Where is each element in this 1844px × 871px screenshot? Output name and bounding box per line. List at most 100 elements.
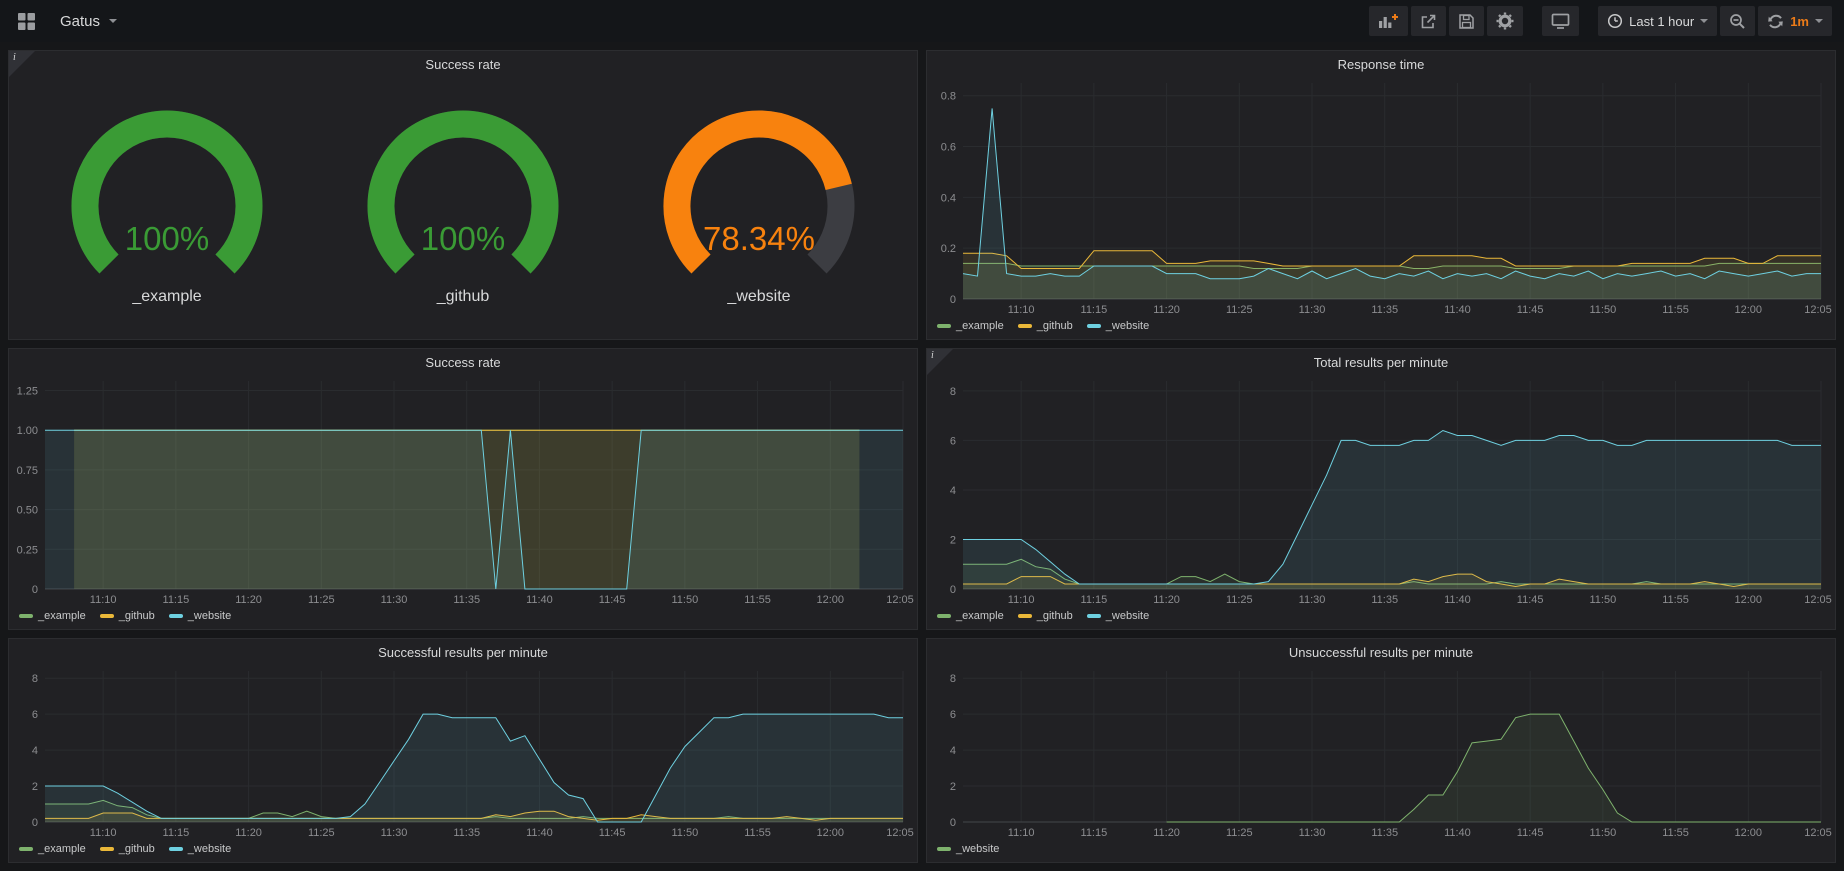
gauge-_website: 78.34%_website — [634, 110, 884, 306]
panel-success-rate-graph: Success rate 00.250.500.751.001.2511:101… — [8, 348, 918, 630]
x-tick-label: 11:10 — [90, 827, 117, 839]
x-tick-label: 11:10 — [90, 594, 117, 606]
x-tick-label: 11:50 — [1590, 594, 1617, 606]
x-tick-label: 11:15 — [1081, 594, 1108, 606]
legend-item-_github[interactable]: _github — [1018, 610, 1073, 622]
legend-label: _github — [1037, 320, 1073, 332]
x-tick-label: 11:45 — [1517, 827, 1544, 839]
x-tick-label: 11:20 — [1153, 827, 1180, 839]
y-tick-label: 2 — [32, 781, 38, 793]
tv-mode-button[interactable] — [1542, 6, 1579, 36]
legend-label: _website — [1106, 610, 1149, 622]
share-button[interactable] — [1411, 6, 1446, 36]
legend-item-_github[interactable]: _github — [100, 610, 155, 622]
legend-item-_github[interactable]: _github — [1018, 320, 1073, 332]
settings-button[interactable] — [1487, 6, 1523, 36]
chart-plot-area[interactable]: 0246811:1011:1511:2011:2511:3011:3511:40… — [927, 665, 1835, 840]
x-tick-label: 11:30 — [1299, 827, 1326, 839]
x-tick-label: 11:40 — [526, 827, 553, 839]
x-tick-label: 12:00 — [1735, 827, 1763, 839]
y-tick-label: 0.6 — [941, 142, 956, 154]
legend-item-_example[interactable]: _example — [937, 320, 1004, 332]
x-tick-label: 11:30 — [381, 594, 408, 606]
y-tick-label: 0 — [950, 584, 956, 596]
x-tick-label: 11:55 — [744, 827, 771, 839]
chart-plot-area[interactable]: 0246811:1011:1511:2011:2511:3011:3511:40… — [9, 665, 917, 840]
legend-item-_website[interactable]: _website — [937, 843, 999, 855]
series-_website — [963, 431, 1821, 590]
x-tick-label: 11:55 — [744, 594, 771, 606]
refresh-icon — [1767, 13, 1784, 30]
dashboard-title-button[interactable]: Gatus — [51, 6, 126, 36]
panel-title[interactable]: Success rate — [9, 51, 917, 77]
x-tick-label: 11:50 — [1590, 827, 1617, 839]
x-tick-label: 11:25 — [1226, 304, 1253, 316]
y-tick-label: 0 — [32, 584, 38, 596]
legend-item-_website[interactable]: _website — [169, 843, 231, 855]
legend-label: _website — [956, 843, 999, 855]
legend-swatch — [19, 847, 33, 851]
legend-swatch — [19, 614, 33, 618]
x-tick-label: 11:20 — [235, 594, 262, 606]
add-panel-button[interactable] — [1369, 6, 1408, 36]
share-icon — [1420, 13, 1437, 30]
zoom-out-icon — [1729, 13, 1746, 30]
x-tick-label: 11:20 — [235, 827, 262, 839]
legend-label: _github — [119, 843, 155, 855]
chevron-down-icon — [1700, 19, 1708, 23]
chart-canvas: 0246811:1011:1511:2011:2511:3011:3511:40… — [9, 665, 917, 840]
gauge-row: 100%_example100%_github78.34%_website — [9, 77, 917, 339]
chart-plot-area[interactable]: 00.20.40.60.811:1011:1511:2011:2511:3011… — [927, 77, 1835, 317]
legend-label: _example — [956, 320, 1004, 332]
x-tick-label: 11:45 — [599, 827, 626, 839]
legend-swatch — [1018, 614, 1032, 618]
panel-title[interactable]: Response time — [927, 51, 1835, 77]
legend-swatch — [1087, 324, 1101, 328]
chart-plot-area[interactable]: 0246811:1011:1511:2011:2511:3011:3511:40… — [927, 375, 1835, 607]
legend-item-_website[interactable]: _website — [1087, 320, 1149, 332]
panel-title[interactable]: Success rate — [9, 349, 917, 375]
x-tick-label: 11:55 — [1662, 304, 1689, 316]
x-tick-label: 11:25 — [308, 594, 335, 606]
x-tick-label: 11:10 — [1008, 827, 1035, 839]
chevron-down-icon — [1815, 19, 1823, 23]
legend-swatch — [937, 614, 951, 618]
x-tick-label: 11:45 — [1517, 594, 1544, 606]
x-tick-label: 11:25 — [1226, 594, 1253, 606]
time-range-button[interactable]: Last 1 hour — [1598, 6, 1717, 36]
y-tick-label: 0.2 — [941, 243, 956, 255]
y-tick-label: 0.25 — [17, 544, 38, 556]
refresh-button[interactable]: 1m — [1758, 6, 1832, 36]
save-button[interactable] — [1449, 6, 1484, 36]
gauge-arc: 100% — [338, 110, 588, 292]
x-tick-label: 11:40 — [1444, 594, 1471, 606]
legend-item-_example[interactable]: _example — [19, 843, 86, 855]
legend: _example _github _website — [9, 607, 917, 629]
legend-item-_example[interactable]: _example — [937, 610, 1004, 622]
gauge-value: 100% — [125, 220, 209, 257]
panel-title[interactable]: Unsuccessful results per minute — [927, 639, 1835, 665]
panel-title[interactable]: Total results per minute — [927, 349, 1835, 375]
x-tick-label: 12:05 — [1804, 827, 1832, 839]
chart-plot-area[interactable]: 00.250.500.751.001.2511:1011:1511:2011:2… — [9, 375, 917, 607]
gauge-value: 78.34% — [703, 220, 815, 257]
gauge-value: 100% — [421, 220, 505, 257]
panel-title[interactable]: Successful results per minute — [9, 639, 917, 665]
dashboard-grid-button[interactable] — [15, 6, 38, 36]
legend-label: _example — [38, 610, 86, 622]
legend-item-_website[interactable]: _website — [169, 610, 231, 622]
legend-item-_example[interactable]: _example — [19, 610, 86, 622]
x-tick-label: 11:30 — [1299, 304, 1326, 316]
panel-response-time: Response time 00.20.40.60.811:1011:1511:… — [926, 50, 1836, 340]
y-tick-label: 8 — [950, 673, 956, 685]
x-tick-label: 11:55 — [1662, 594, 1689, 606]
panel-info-icon[interactable]: i — [9, 51, 35, 77]
gauge-label: _example — [132, 288, 201, 306]
panel-info-icon[interactable]: i — [927, 349, 953, 375]
zoom-out-button[interactable] — [1720, 6, 1755, 36]
legend-item-_website[interactable]: _website — [1087, 610, 1149, 622]
legend-item-_github[interactable]: _github — [100, 843, 155, 855]
monitor-icon — [1551, 12, 1570, 30]
x-tick-label: 11:10 — [1008, 304, 1035, 316]
x-tick-label: 12:05 — [886, 827, 914, 839]
